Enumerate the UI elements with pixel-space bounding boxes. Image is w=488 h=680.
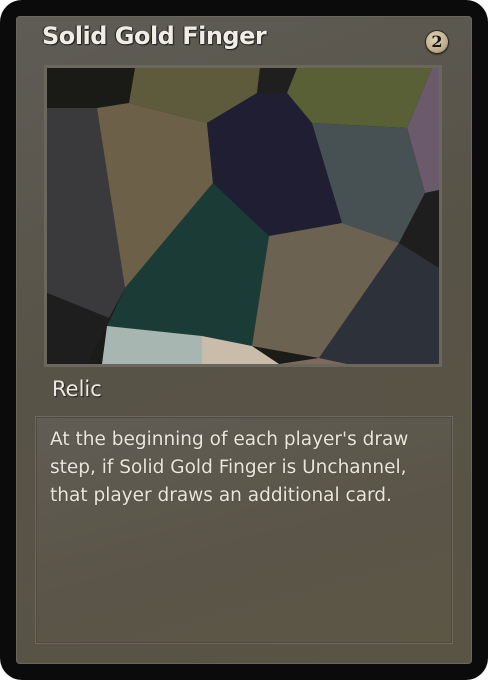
art-cell [47,68,135,108]
art-cell [287,68,432,128]
card-type-line: Relic [52,377,102,401]
art-mosaic [47,68,439,364]
rules-text-box: At the beginning of each player's draw s… [36,417,452,643]
card-art [44,65,442,367]
card-title: Solid Gold Finger [42,22,267,50]
rules-text: At the beginning of each player's draw s… [50,429,409,506]
mana-cost-icon: 2 [426,31,448,53]
